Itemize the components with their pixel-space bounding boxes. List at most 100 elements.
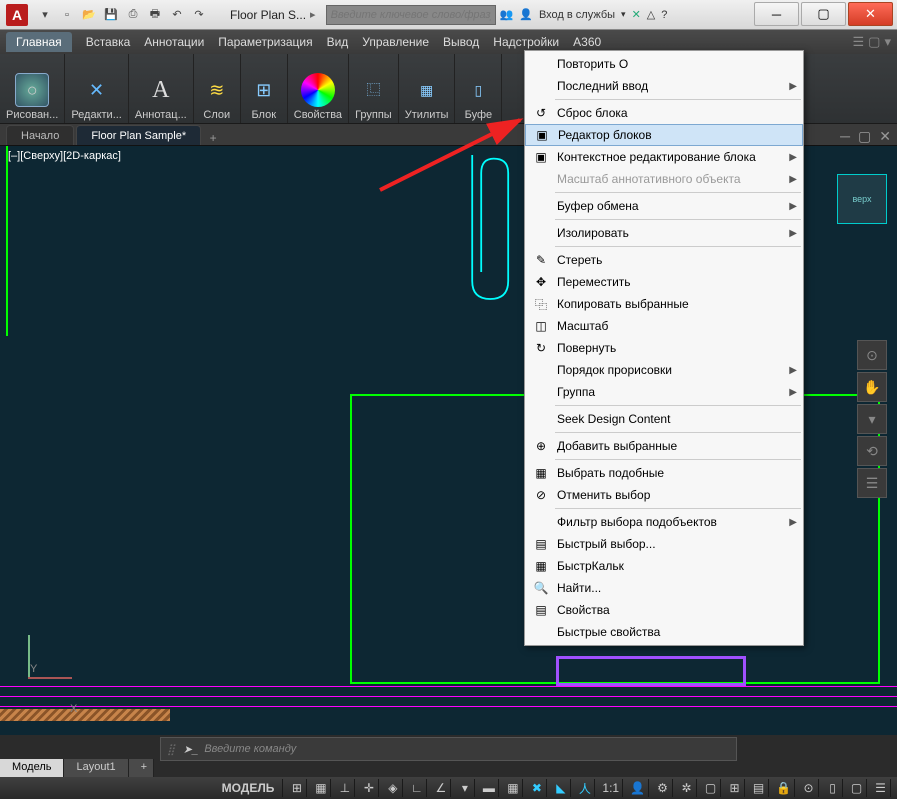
maximize-button[interactable]: ▢ [801,2,846,26]
signin-label[interactable]: Вход в службы [539,9,615,21]
cm-сброс-блока[interactable]: ↺Сброс блока [525,102,803,124]
command-line[interactable]: ⣿ ➤_ Введите команду [160,737,737,761]
cm-быстрый-выбор-[interactable]: ▤Быстрый выбор... [525,533,803,555]
filetab-min-icon[interactable]: ─ [840,128,850,145]
saveas-icon[interactable]: ⎙ [124,6,142,24]
cm-повторить-о[interactable]: Повторить О [525,53,803,75]
share-icon[interactable]: △ [647,8,655,21]
cm-группа[interactable]: Группа▶ [525,381,803,403]
app-icon[interactable]: A [6,4,28,26]
cm-фильтр-выбора-подобъектов[interactable]: Фильтр выбора подобъектов▶ [525,511,803,533]
nav-pan-icon[interactable]: ✋ [857,372,887,402]
cm-свойства[interactable]: ▤Свойства [525,599,803,621]
sb-ortho-icon[interactable]: ⊥ [335,779,355,797]
cm-отменить-выбор[interactable]: ⊘Отменить выбор [525,484,803,506]
paperclip-object[interactable] [462,146,522,326]
sb-monitor-icon[interactable]: ▢ [701,779,721,797]
exchange-icon[interactable]: ✕ [632,8,641,21]
filetab-max-icon[interactable]: ▢ [858,128,871,145]
cm-редактор-блоков[interactable]: ▣Редактор блоков [525,124,803,146]
sb-trans-icon[interactable]: ▦ [503,779,523,797]
sb-dynucs-icon[interactable]: 人 [575,779,595,797]
tab-parametric[interactable]: Параметризация [218,35,312,49]
sb-grid-icon[interactable]: ⊞ [287,779,307,797]
cm-копировать-выбранные[interactable]: ⿻Копировать выбранные [525,293,803,315]
nav-zoom-icon[interactable]: ▾ [857,404,887,434]
sb-lockui-icon[interactable]: 🔒 [773,779,795,797]
cm-быстрые-свойства[interactable]: Быстрые свойства [525,621,803,643]
sb-ws-icon[interactable]: ✲ [677,779,697,797]
cm-стереть[interactable]: ✎Стереть [525,249,803,271]
cm-изолировать[interactable]: Изолировать▶ [525,222,803,244]
tab-output[interactable]: Вывод [443,35,479,49]
tab-layout1[interactable]: Layout1 [64,759,128,777]
app-min-icon[interactable]: ☰ [853,34,865,50]
sb-3dosnap-icon[interactable]: ◣ [551,779,571,797]
ribbon-draw[interactable]: ○ Рисован... [0,54,65,123]
tab-add[interactable]: + [129,759,154,777]
filetab-close-icon[interactable]: ✕ [879,128,891,145]
sb-hw-icon[interactable]: ▯ [823,779,843,797]
sb-scale[interactable]: 1:1 [599,779,623,797]
sb-clean-icon[interactable]: ▢ [847,779,867,797]
sb-polar-icon[interactable]: ✛ [359,779,379,797]
cmd-grip-icon[interactable]: ⣿ [167,743,177,756]
ribbon-block[interactable]: ⊞ Блок [241,54,288,123]
sb-isolate-icon[interactable]: ⊙ [799,779,819,797]
undo-icon[interactable]: ↶ [168,6,186,24]
sb-otrack-icon[interactable]: ∠ [431,779,451,797]
save-icon[interactable]: 💾 [102,6,120,24]
sb-iso-icon[interactable]: ◈ [383,779,403,797]
print-icon[interactable]: 🖶 [146,6,164,24]
tab-addins[interactable]: Надстройки [493,35,559,49]
sb-cycle-icon[interactable]: ✖ [527,779,547,797]
cm-добавить-выбранные[interactable]: ⊕Добавить выбранные [525,435,803,457]
cm-порядок-прорисовки[interactable]: Порядок прорисовки▶ [525,359,803,381]
tab-insert[interactable]: Вставка [86,35,131,49]
redo-icon[interactable]: ↷ [190,6,208,24]
tab-start[interactable]: Начало [6,125,74,145]
ribbon-utils[interactable]: ▦ Утилиты [399,54,456,123]
sb-dyn-icon[interactable]: ▾ [455,779,475,797]
app-help-icon[interactable]: ▾ [884,34,891,50]
ribbon-clipboard[interactable]: ▯ Буфе [455,54,502,123]
ribbon-properties[interactable]: Свойства [288,54,349,123]
sb-qp-icon[interactable]: ▤ [749,779,769,797]
cm-контекстное-редактирование-блока[interactable]: ▣Контекстное редактирование блока▶ [525,146,803,168]
app-push-icon[interactable]: ▢ [868,34,880,50]
ribbon-modify[interactable]: ✕ Редакти... [65,54,129,123]
cm-последний-ввод[interactable]: Последний ввод▶ [525,75,803,97]
new-tab-button[interactable]: + [203,131,223,145]
tab-home[interactable]: Главная [6,32,72,52]
tab-active[interactable]: Floor Plan Sample* [76,125,201,145]
open-icon[interactable]: 📂 [80,6,98,24]
cm-быстркальк[interactable]: ▦БыстрКальк [525,555,803,577]
ribbon-layers[interactable]: ≋ Слои [194,54,241,123]
sb-gear-icon[interactable]: ⚙ [653,779,673,797]
tab-view[interactable]: Вид [327,35,349,49]
ribbon-annotate[interactable]: А Аннотац... [129,54,194,123]
sb-snap-icon[interactable]: ▦ [311,779,331,797]
sb-lwt-icon[interactable]: ▬ [479,779,499,797]
close-button[interactable]: ✕ [848,2,893,26]
nav-orbit-icon[interactable]: ⟲ [857,436,887,466]
ribbon-groups[interactable]: ⿺ Группы [349,54,399,123]
sb-osnap-icon[interactable]: ∟ [407,779,427,797]
tab-a360[interactable]: A360 [573,35,601,49]
cm-переместить[interactable]: ✥Переместить [525,271,803,293]
cm-повернуть[interactable]: ↻Повернуть [525,337,803,359]
cm-масштаб[interactable]: ◫Масштаб [525,315,803,337]
cm-найти-[interactable]: 🔍Найти... [525,577,803,599]
sb-model[interactable]: МОДЕЛЬ [214,779,284,797]
help-icon[interactable]: ? [661,9,667,21]
signin-icon[interactable]: 👤 [519,8,533,21]
new-icon[interactable]: ▫ [58,6,76,24]
cm-выбрать-подобные[interactable]: ▦Выбрать подобные [525,462,803,484]
viewcube[interactable]: верх [837,174,887,224]
tab-annotate[interactable]: Аннотации [144,35,204,49]
nav-full-icon[interactable]: ⊙ [857,340,887,370]
minimize-button[interactable]: ─ [754,2,799,26]
cm-seek-design-content[interactable]: Seek Design Content [525,408,803,430]
search-input[interactable] [326,5,496,25]
cm-буфер-обмена[interactable]: Буфер обмена▶ [525,195,803,217]
